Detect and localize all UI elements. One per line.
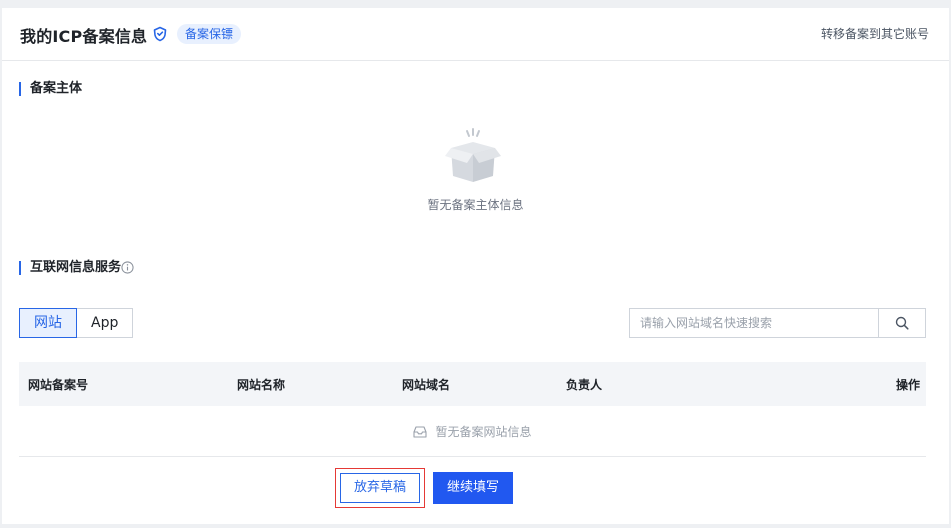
shield-icon [153,26,167,42]
record-guard-badge[interactable]: 备案保镖 [177,24,242,44]
column-header-record-number: 网站备案号 [28,377,89,392]
domain-search [629,308,926,338]
empty-subject-text: 暂无备案主体信息 [427,198,524,212]
table-empty-state: 暂无备案网站信息 [19,407,926,457]
empty-tray-icon [413,425,428,438]
table-empty-text: 暂无备案网站信息 [435,425,532,439]
transfer-record-link[interactable]: 转移备案到其它账号 [821,25,929,42]
discard-draft-button[interactable]: 放弃草稿 [340,473,420,503]
empty-box-icon [445,128,501,182]
page-title: 我的ICP备案信息 [20,27,148,46]
table-header: 网站备案号 网站名称 网站域名 负责人 操作 [19,362,926,406]
tab-app[interactable]: App [76,308,134,338]
column-header-actions: 操作 [895,377,920,392]
highlight-box: 放弃草稿 [335,468,425,508]
section-title-services: 互联网信息服务 [19,261,121,275]
domain-search-input[interactable] [630,309,878,337]
page-header: 我的ICP备案信息 备案保镖 转移备案到其它账号 [2,8,949,61]
icp-info-card: 我的ICP备案信息 备案保镖 转移备案到其它账号 备案主体 暂无备案主体信息 互… [2,8,949,524]
search-icon [895,316,909,330]
tab-website[interactable]: 网站 [19,308,77,338]
info-icon[interactable] [121,261,134,274]
column-header-domain: 网站域名 [402,377,451,392]
continue-filling-button[interactable]: 继续填写 [433,472,513,504]
search-button[interactable] [878,309,925,337]
section-title-subject: 备案主体 [19,82,82,96]
column-header-site-name: 网站名称 [237,377,286,392]
column-header-owner: 负责人 [566,377,603,392]
service-type-tabs: 网站 App [19,308,134,338]
